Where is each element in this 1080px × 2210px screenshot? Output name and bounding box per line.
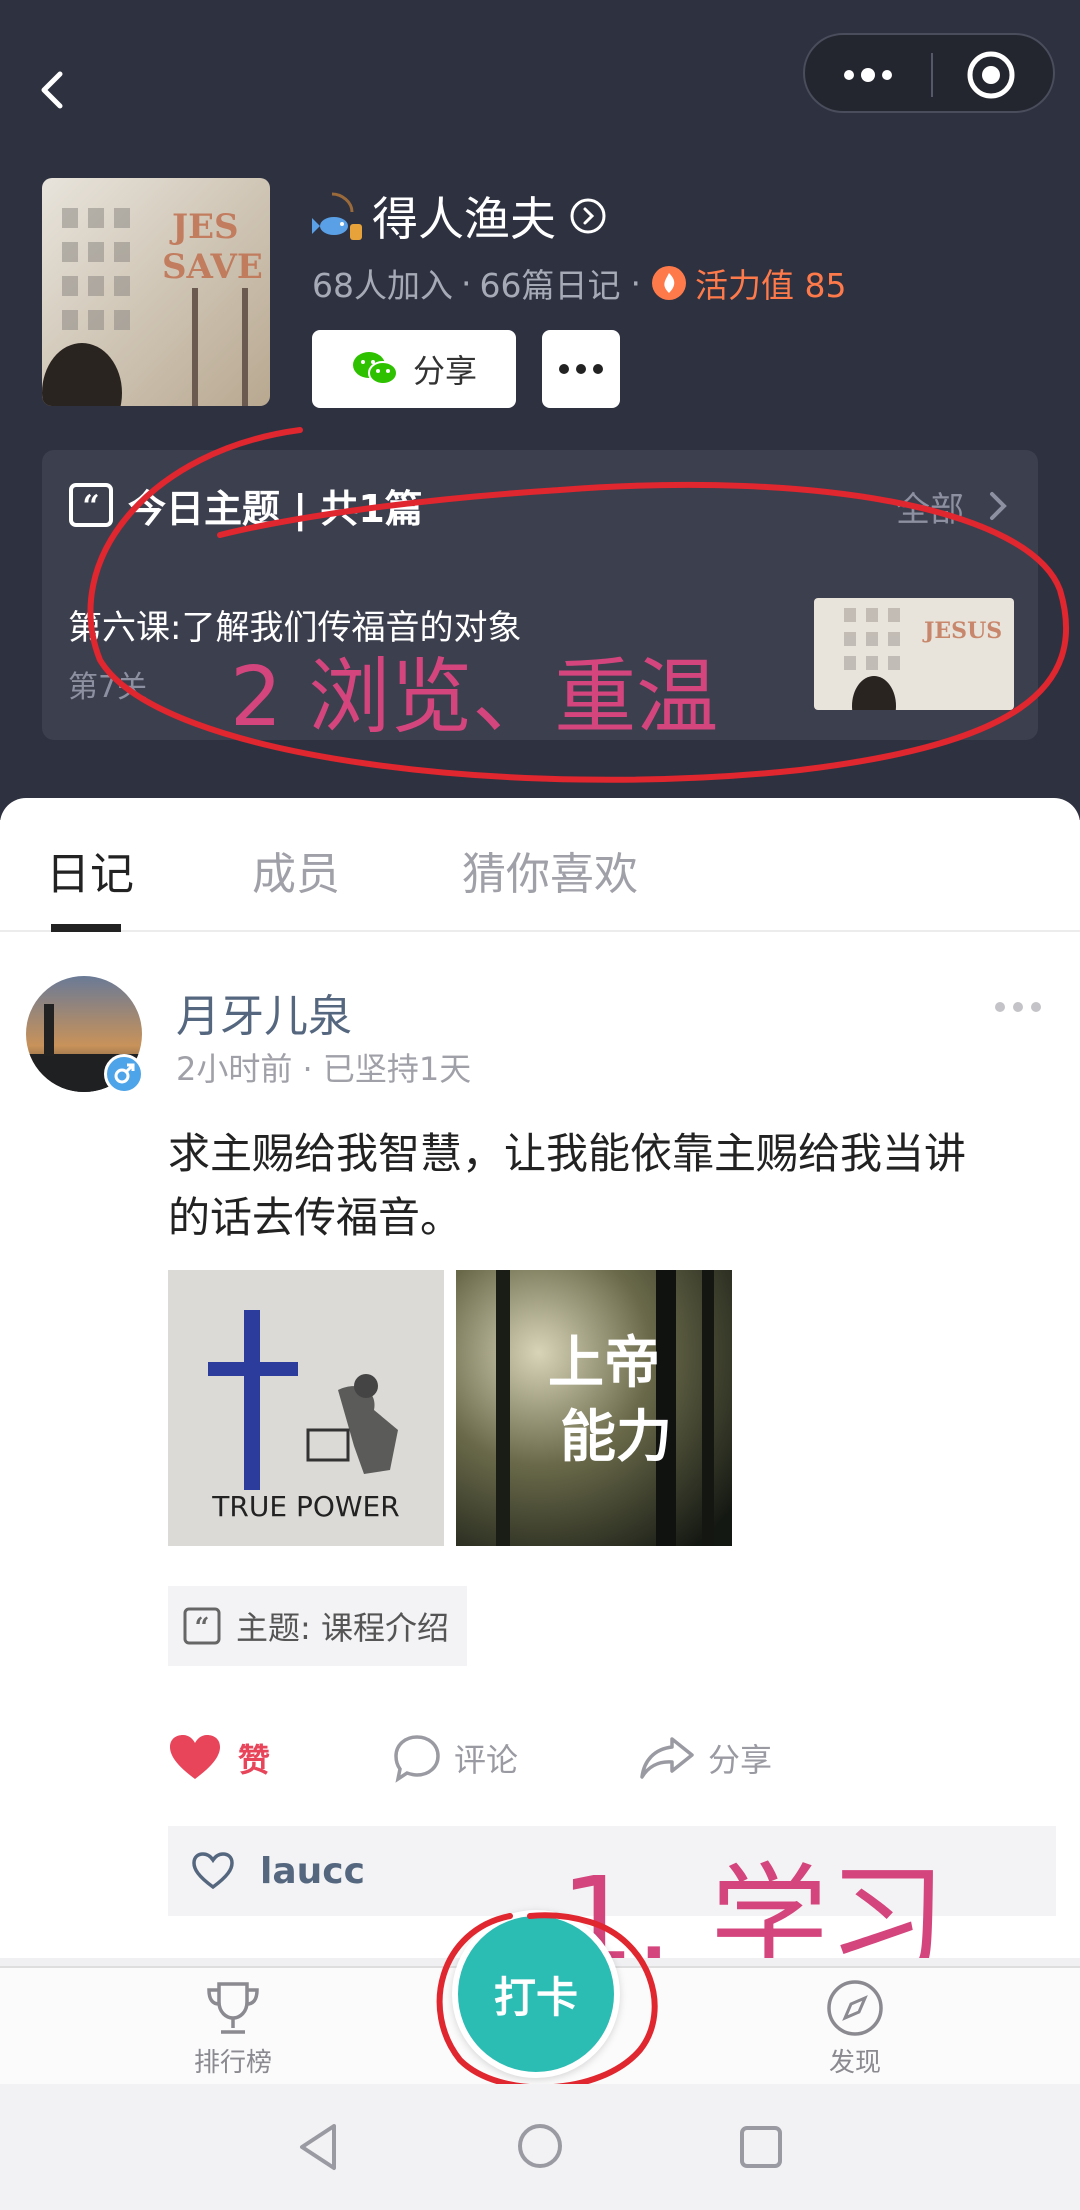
more-dots-icon	[995, 1002, 1041, 1012]
system-nav-bar	[0, 2084, 1080, 2210]
circle-home-icon	[518, 2124, 562, 2168]
nav-recents-button[interactable]	[736, 2122, 786, 2172]
content-sheet: 日记 成员 猜你喜欢 月牙儿泉 2小时前 · 已坚持1天 求主赐给我智慧，让我能…	[0, 798, 1080, 1958]
post-image-forest[interactable]: 上帝 能力	[456, 1270, 732, 1546]
post-content-line-1: 求主赐给我智慧，让我能依靠主赐给我当讲	[168, 1129, 967, 1178]
male-symbol-icon	[114, 1063, 135, 1084]
gender-male-badge	[104, 1054, 144, 1094]
active-tab-indicator	[51, 924, 121, 932]
tab-members[interactable]: 成员	[252, 838, 340, 902]
share-post-label: 分享	[708, 1741, 773, 1779]
forest-image-text-1: 上帝	[548, 1330, 660, 1396]
topic-tag-label: 主题: 课程介绍	[236, 1609, 449, 1647]
svg-text:“: “	[195, 1613, 210, 1643]
post-image-cross[interactable]: TRUE POWER	[168, 1270, 444, 1546]
compass-icon	[827, 1980, 883, 2036]
annotation-browse: 2 浏览、重温	[230, 650, 719, 745]
discover-tab[interactable]: 发现	[800, 1978, 910, 2078]
group-header: JES SAVE 得人渔夫 68人加入 · 66篇日记 · 活力值 85 分享 …	[0, 0, 1080, 820]
comment-label: 评论	[454, 1741, 519, 1779]
like-label: 赞	[238, 1741, 271, 1779]
forest-image-text-2: 能力	[560, 1404, 672, 1470]
nav-back-button[interactable]	[294, 2120, 344, 2174]
annotation-circle-checkin	[436, 1912, 658, 2091]
post-content: 求主赐给我智慧，让我能依靠主赐给我当讲 的话去传福音。	[168, 1122, 1048, 1250]
comment-bubble-icon	[394, 1735, 440, 1783]
heart-filled-icon	[170, 1735, 220, 1779]
cross-image-caption: TRUE POWER	[211, 1490, 399, 1523]
post-more-button[interactable]	[990, 992, 1046, 1022]
trophy-icon	[207, 1982, 259, 2034]
post-content-line-2: 的话去传福音。	[168, 1193, 463, 1242]
like-button[interactable]: 赞	[168, 1728, 270, 1788]
topic-tag[interactable]: “ 主题: 课程介绍	[168, 1586, 467, 1666]
tab-diary[interactable]: 日记	[46, 838, 134, 902]
square-recents-icon	[740, 2126, 782, 2168]
leaderboard-label: 排行榜	[193, 2048, 272, 2078]
leaderboard-tab[interactable]: 排行榜	[178, 1978, 288, 2078]
share-arrow-icon	[640, 1737, 694, 1779]
post-author[interactable]: 月牙儿泉	[176, 980, 352, 1044]
heart-outline-icon	[192, 1852, 234, 1890]
tab-bar: 日记 成员 猜你喜欢	[0, 798, 1080, 932]
share-post-button[interactable]: 分享	[638, 1728, 772, 1788]
liker-name[interactable]: laucc	[260, 1851, 365, 1892]
tab-recommend[interactable]: 猜你喜欢	[462, 838, 638, 902]
post-meta: 2小时前 · 已坚持1天	[176, 1050, 472, 1088]
comment-button[interactable]: 评论	[392, 1728, 518, 1788]
diary-post: 月牙儿泉 2小时前 · 已坚持1天 求主赐给我智慧，让我能依靠主赐给我当讲 的话…	[0, 932, 1080, 1958]
discover-label: 发现	[828, 2048, 881, 2078]
quote-box-icon: “	[183, 1607, 221, 1645]
triangle-back-icon	[300, 2124, 336, 2170]
nav-home-button[interactable]	[514, 2120, 566, 2172]
